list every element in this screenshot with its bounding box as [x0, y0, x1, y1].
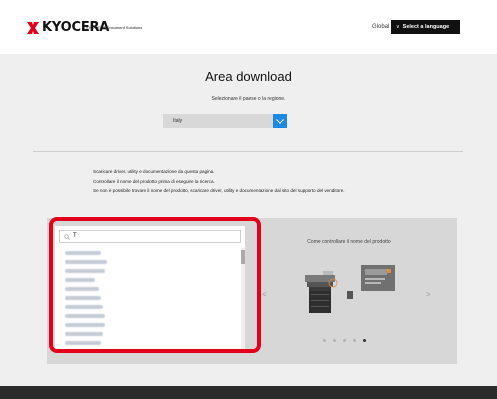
carousel-dot[interactable] — [343, 339, 346, 342]
country-select-toggle[interactable] — [273, 114, 287, 128]
carousel-dot[interactable] — [333, 339, 336, 342]
brand-subtitle: KYOCERA Document Solutions — [86, 25, 143, 30]
country-select-value: Italy — [173, 118, 183, 124]
site-header: KYOCERA KYOCERA Document Solutions Globa… — [0, 0, 497, 54]
carousel-dot-active[interactable] — [363, 339, 366, 342]
carousel-dot[interactable] — [323, 339, 326, 342]
site-footer — [0, 386, 497, 399]
chevron-down-icon — [276, 118, 284, 124]
instruction-line: Controllare il nome del prodotto prima d… — [93, 178, 215, 184]
global-link[interactable]: Global — [372, 24, 389, 30]
chevron-down-icon: ∨ — [396, 24, 400, 30]
page-title: Area download — [205, 69, 292, 84]
select-language-label: Select a language — [402, 24, 450, 30]
instructions-text: Scaricare driver, utility e documentazio… — [93, 167, 345, 196]
carousel-dot[interactable] — [353, 339, 356, 342]
printer-illustration — [305, 265, 395, 313]
chevron-right-icon[interactable]: > — [426, 290, 431, 299]
chevron-left-icon[interactable]: < — [262, 290, 267, 299]
select-language-button[interactable]: ∨ Select a language — [391, 20, 460, 34]
page-subtitle: Selezionare il paese o la regione. — [211, 96, 286, 102]
instruction-line: Se non è possibile trovare il nome del p… — [93, 188, 345, 193]
section-divider — [33, 151, 463, 152]
country-select[interactable]: Italy — [163, 114, 287, 128]
carousel-dots — [323, 339, 366, 342]
instruction-line: Scaricare driver, utility e documentazio… — [93, 169, 215, 174]
search-box-highlight — [49, 217, 261, 353]
carousel-title: Come controllare il nome del prodotto — [307, 239, 391, 245]
kyocera-logo-mark-icon — [27, 22, 39, 34]
